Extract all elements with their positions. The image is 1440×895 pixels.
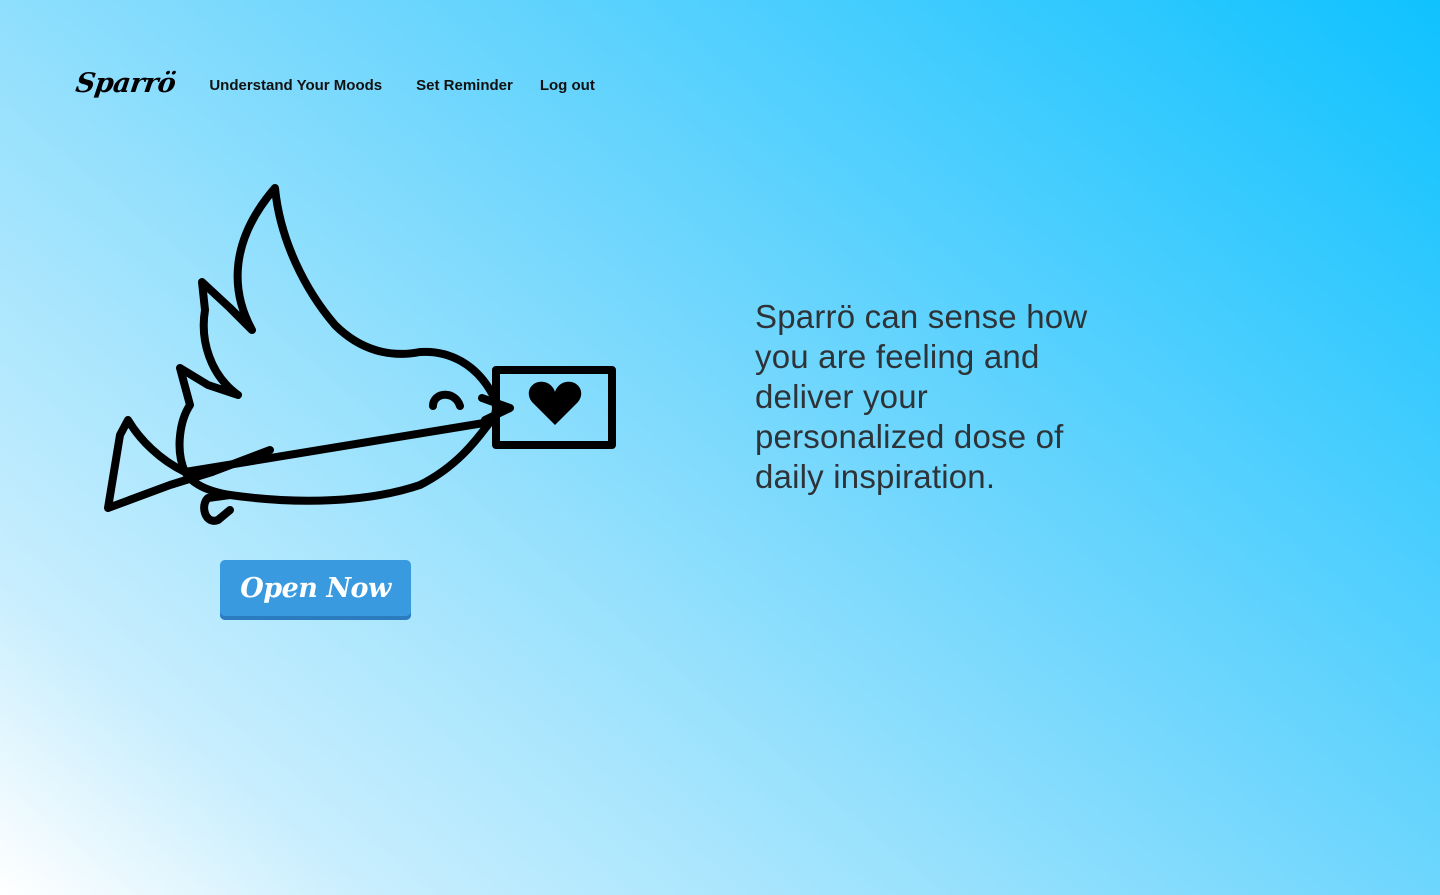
logo[interactable]: Sparrö <box>74 68 178 99</box>
top-navbar: Sparrö Understand Your Moods Set Reminde… <box>74 62 595 108</box>
tagline: Sparrö can sense how you are feeling and… <box>755 298 1088 495</box>
bird-with-heart-envelope-icon <box>104 184 616 525</box>
nav-link-set-reminder[interactable]: Set Reminder <box>416 78 513 93</box>
nav-link-understand-your-moods[interactable]: Understand Your Moods <box>209 78 382 93</box>
open-now-button[interactable]: Open Now <box>220 560 411 620</box>
nav-link-log-out[interactable]: Log out <box>540 78 595 93</box>
